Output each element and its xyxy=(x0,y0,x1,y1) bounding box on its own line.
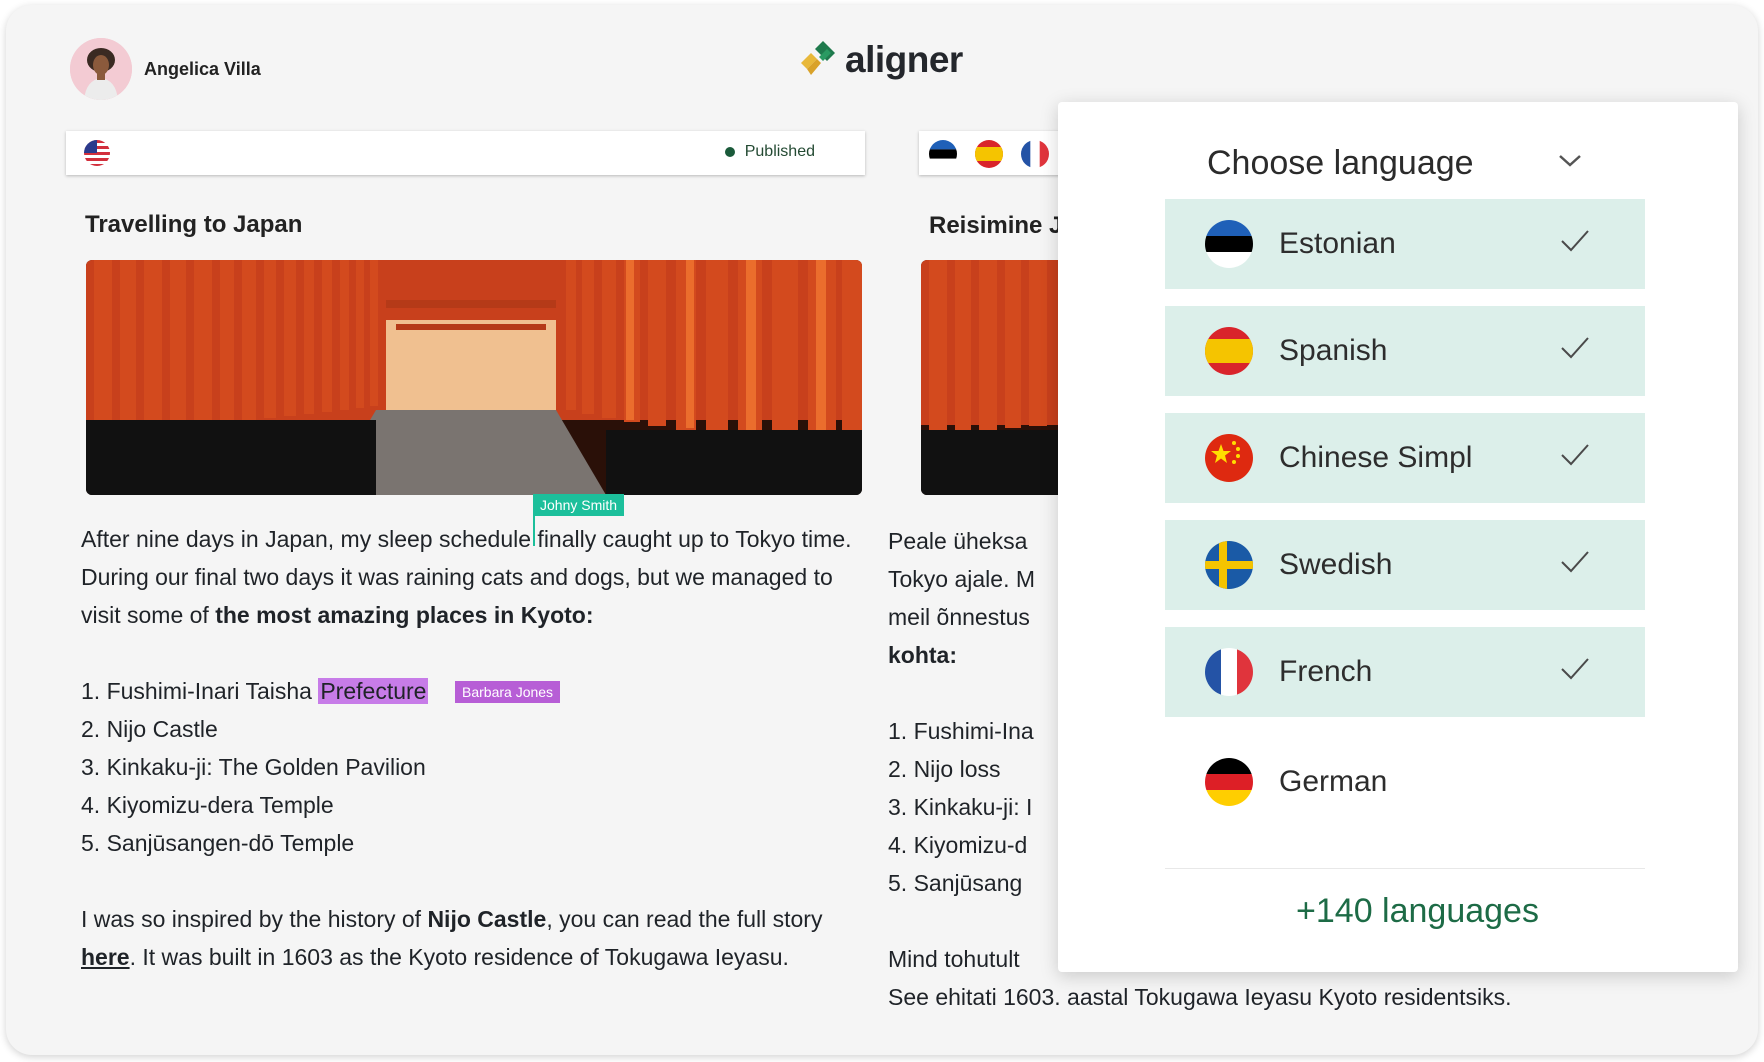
collaborator-tag-highlight: Barbara Jones xyxy=(455,681,561,703)
target-line: meil õnnestus xyxy=(888,604,1030,630)
estonia-flag-icon[interactable] xyxy=(929,140,957,173)
target-line: Peale üheksa xyxy=(888,528,1028,554)
target-list-item: 3. Kinkaku-ji: I xyxy=(888,794,1033,820)
language-option-spanish[interactable]: Spanish xyxy=(1165,306,1645,396)
language-option-estonian[interactable]: Estonian xyxy=(1165,199,1645,289)
check-icon xyxy=(1561,658,1589,680)
check-icon xyxy=(1561,337,1589,359)
article-image xyxy=(86,260,862,495)
target-list-item: 5. Sanjūsang xyxy=(888,870,1023,896)
highlighted-text[interactable]: Prefecture xyxy=(318,678,429,704)
chevron-down-icon[interactable] xyxy=(1558,154,1582,173)
list-item: 5. Sanjūsangen-dō Temple xyxy=(81,824,871,862)
aligner-logo-icon xyxy=(801,41,835,75)
divider xyxy=(1165,868,1645,869)
language-name: Swedish xyxy=(1279,548,1393,581)
language-option-french[interactable]: French xyxy=(1165,627,1645,717)
list-item-text: 1. Fushimi-Inari Taisha xyxy=(81,678,319,704)
language-name: Chinese Simpl xyxy=(1279,441,1473,474)
collaborator-cursor xyxy=(533,516,535,546)
avatar xyxy=(70,38,132,100)
list-item-text: 2. Nijo Castle xyxy=(81,716,218,742)
app-logo: aligner xyxy=(797,39,963,81)
target-line: Tokyo ajale. M xyxy=(888,566,1036,592)
check-icon xyxy=(1561,551,1589,573)
source-article: After nine days in Japan, my sleep sched… xyxy=(81,520,871,976)
target-title: Reisimine J xyxy=(929,212,1063,239)
status-badge: Published xyxy=(724,143,815,161)
us-flag-icon[interactable] xyxy=(84,140,110,171)
language-dropdown: Choose language Estonian Spanish Chinese… xyxy=(1058,102,1738,972)
france-flag-icon xyxy=(1205,648,1253,696)
target-bold-line: kohta: xyxy=(888,642,957,668)
check-icon xyxy=(1561,444,1589,466)
more-languages-link[interactable]: +140 languages xyxy=(1165,892,1670,931)
user-name: Angelica Villa xyxy=(144,58,261,79)
target-line: Mind tohutult xyxy=(888,946,1020,972)
list-item: 3. Kinkaku-ji: The Golden Pavilion xyxy=(81,748,871,786)
check-icon xyxy=(1561,230,1589,252)
language-option-german[interactable]: German xyxy=(1165,737,1645,827)
source-toolbar: Published xyxy=(66,131,865,175)
paragraph-text: . It was built in 1603 as the Kyoto resi… xyxy=(129,944,789,970)
source-paragraph-2: I was so inspired by the history of Nijo… xyxy=(81,900,871,976)
collaborator-tag-cursor: Johny Smith xyxy=(533,494,625,516)
sweden-flag-icon xyxy=(1205,541,1253,589)
spain-flag-icon xyxy=(1205,327,1253,375)
target-list-item: 4. Kiyomizu-d xyxy=(888,832,1028,858)
list-item-text: 4. Kiyomizu-dera Temple xyxy=(81,792,334,818)
target-line: See ehitati 1603. aastal Tokugawa Ieyasu… xyxy=(888,984,1512,1010)
language-name: Spanish xyxy=(1279,334,1388,367)
target-article: Peale üheksa Tokyo ajale. M meil õnnestu… xyxy=(888,522,1058,978)
paragraph-text: I was so inspired by the history of xyxy=(81,906,428,932)
list-item: 2. Nijo Castle xyxy=(81,710,871,748)
germany-flag-icon xyxy=(1205,758,1253,806)
spain-flag-icon[interactable] xyxy=(975,140,1003,173)
target-article-image xyxy=(921,260,1058,495)
target-list-item: 1. Fushimi-Ina xyxy=(888,718,1034,744)
logo-text: aligner xyxy=(845,39,963,80)
language-option-chinese-simplified[interactable]: Chinese Simpl xyxy=(1165,413,1645,503)
china-flag-icon xyxy=(1205,434,1253,482)
paragraph-bold-text: Nijo Castle xyxy=(427,906,547,932)
list-item-text: 3. Kinkaku-ji: The Golden Pavilion xyxy=(81,754,426,780)
paragraph-bold-text: the most amazing places in Kyoto: xyxy=(215,602,594,628)
status-text: Published xyxy=(744,143,815,160)
language-option-swedish[interactable]: Swedish xyxy=(1165,520,1645,610)
language-name: French xyxy=(1279,655,1373,688)
choose-language-label[interactable]: Choose language xyxy=(1207,144,1474,183)
estonia-flag-icon xyxy=(1205,220,1253,268)
language-name: Estonian xyxy=(1279,227,1396,260)
target-list-item: 2. Nijo loss xyxy=(888,756,1001,782)
source-title: Travelling to Japan xyxy=(85,211,303,238)
status-dot xyxy=(724,147,735,157)
target-article-last-line: See ehitati 1603. aastal Tokugawa Ieyasu… xyxy=(888,978,1512,1016)
paragraph-text: , you can read the full story xyxy=(546,906,823,932)
language-name: German xyxy=(1279,765,1388,798)
story-link[interactable]: here xyxy=(81,944,130,970)
target-toolbar xyxy=(919,131,1069,175)
user-profile[interactable]: Angelica Villa xyxy=(70,38,261,100)
list-item: 4. Kiyomizu-dera Temple xyxy=(81,786,871,824)
france-flag-icon[interactable] xyxy=(1021,140,1049,173)
source-paragraph-1: After nine days in Japan, my sleep sched… xyxy=(81,520,871,634)
app-window: Angelica Villa aligner Published Travell… xyxy=(6,5,1758,1055)
list-item-text: 5. Sanjūsangen-dō Temple xyxy=(81,830,355,856)
